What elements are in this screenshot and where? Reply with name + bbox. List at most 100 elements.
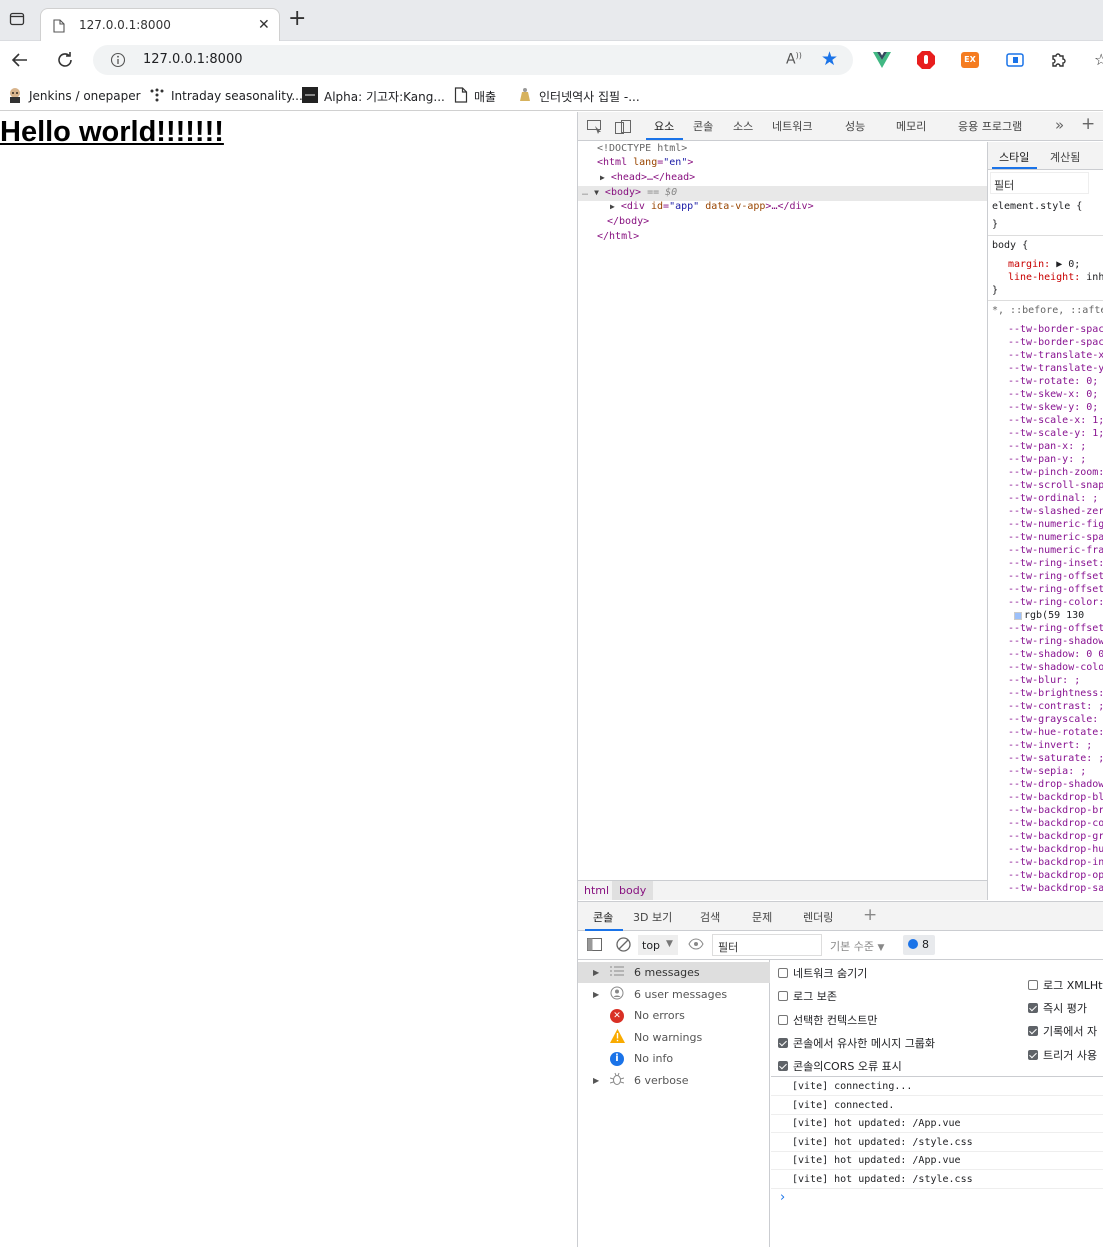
- css-variable-declaration[interactable]: --tw-scale-x: 1;: [1008, 415, 1103, 426]
- css-variable-declaration[interactable]: --tw-shadow-colo: [1008, 662, 1103, 673]
- css-variable-declaration[interactable]: --tw-blur: ;: [1008, 675, 1080, 686]
- css-variable-declaration[interactable]: --tw-skew-y: 0;: [1008, 402, 1098, 413]
- styles-filter-input[interactable]: 필터: [990, 172, 1089, 194]
- css-variable-declaration[interactable]: --tw-pinch-zoom:: [1008, 467, 1103, 478]
- css-variable-declaration[interactable]: --tw-border-spac: [1008, 337, 1103, 348]
- collapse-triangle-icon[interactable]: ▼: [594, 188, 599, 197]
- css-variable-declaration[interactable]: --tw-backdrop-in: [1008, 857, 1103, 868]
- bookmark-jenkins[interactable]: Jenkins / onepaper: [7, 86, 141, 106]
- css-variable-declaration[interactable]: --tw-ordinal: ;: [1008, 493, 1098, 504]
- adblock-icon[interactable]: [917, 51, 935, 73]
- doctype-node[interactable]: <!DOCTYPE html>: [597, 143, 687, 154]
- bookmark-alpha[interactable]: Alpha: 기고자:Kang...: [302, 86, 445, 106]
- css-variable-declaration[interactable]: --tw-ring-inset:: [1008, 558, 1103, 569]
- css-variable-declaration[interactable]: --tw-pan-y: ;: [1008, 454, 1086, 465]
- line-height-declaration[interactable]: line-height: inh: [1008, 272, 1103, 283]
- setting-log-xmlhttp[interactable]: 로그 XMLHtt: [1028, 977, 1103, 993]
- expand-triangle-icon[interactable]: ▶: [610, 202, 615, 211]
- sidebar-item-info[interactable]: i No info: [578, 1048, 770, 1069]
- body-rule-selector[interactable]: body {: [992, 240, 1028, 251]
- css-variable-declaration[interactable]: --tw-hue-rotate:: [1008, 727, 1103, 738]
- checkbox[interactable]: [778, 991, 788, 1001]
- css-variable-declaration[interactable]: --tw-drop-shadow: [1008, 779, 1103, 790]
- div-app-node[interactable]: ▶ <div id="app" data-v-app>…</div>: [610, 201, 814, 212]
- css-variable-declaration[interactable]: --tw-rotate: 0;: [1008, 376, 1098, 387]
- refresh-icon[interactable]: [55, 50, 75, 74]
- tab-console[interactable]: 콘솔: [693, 118, 713, 134]
- read-aloud-icon[interactable]: A)): [786, 51, 802, 68]
- drawer-tab-search[interactable]: 검색: [700, 909, 720, 925]
- checkbox[interactable]: [778, 1015, 788, 1025]
- setting-hide-network[interactable]: 네트워크 숨기기: [778, 965, 867, 981]
- sidebar-item-warnings[interactable]: No warnings: [578, 1027, 770, 1048]
- css-variable-declaration[interactable]: --tw-ring-offset: [1008, 623, 1103, 634]
- tab-actions-icon[interactable]: [9, 11, 25, 30]
- drawer-tab-issues[interactable]: 문제: [752, 909, 772, 925]
- tab-application[interactable]: 응용 프로그램: [958, 118, 1022, 134]
- checkbox-checked[interactable]: [1028, 1026, 1038, 1036]
- html-node[interactable]: <html lang="en">: [597, 157, 693, 168]
- favorites-icon[interactable]: ☆: [1094, 50, 1103, 69]
- info-icon[interactable]: [110, 52, 126, 72]
- css-variable-declaration[interactable]: --tw-ring-offset: [1008, 571, 1103, 582]
- device-toolbar-icon[interactable]: [615, 119, 631, 138]
- css-variable-declaration[interactable]: --tw-ring-color:: [1008, 597, 1103, 608]
- universal-rule-selector[interactable]: *, ::before, ::afte: [992, 305, 1103, 316]
- css-variable-declaration[interactable]: --tw-translate-x: [1008, 350, 1103, 361]
- clear-console-icon[interactable]: [616, 937, 631, 955]
- address-bar[interactable]: 127.0.0.1:8000 A)) ★: [93, 45, 853, 75]
- css-variable-declaration[interactable]: --tw-brightness:: [1008, 688, 1103, 699]
- sidebar-item-verbose[interactable]: ▶ 6 verbose: [578, 1070, 770, 1091]
- checkbox-checked[interactable]: [1028, 1003, 1038, 1013]
- setting-show-cors-errors[interactable]: 콘솔의CORS 오류 표시: [778, 1058, 902, 1074]
- more-dots-icon[interactable]: …: [582, 187, 588, 198]
- element-style-rule[interactable]: element.style {: [992, 201, 1082, 212]
- live-expression-eye-icon[interactable]: [688, 937, 704, 954]
- css-variable-declaration[interactable]: --tw-border-spac: [1008, 324, 1103, 335]
- inspect-element-icon[interactable]: [587, 119, 603, 138]
- margin-declaration[interactable]: margin: ▶ 0;: [1008, 259, 1080, 270]
- checkbox-checked[interactable]: [1028, 1050, 1038, 1060]
- css-variable-declaration[interactable]: --tw-skew-x: 0;: [1008, 389, 1098, 400]
- setting-group-similar[interactable]: 콘솔에서 유사한 메시지 그룹화: [778, 1035, 935, 1051]
- setting-autocomplete-history[interactable]: 기록에서 자: [1028, 1023, 1097, 1039]
- bookmark-intraday[interactable]: Intraday seasonality...: [149, 86, 303, 106]
- tab-sources[interactable]: 소스: [733, 118, 753, 134]
- css-variable-declaration[interactable]: --tw-translate-y: [1008, 363, 1103, 374]
- checkbox-checked[interactable]: [778, 1038, 788, 1048]
- css-variable-declaration[interactable]: --tw-sepia: ;: [1008, 766, 1086, 777]
- bookmark-internet-history[interactable]: 인터넷역사 집필 -...: [517, 86, 640, 106]
- css-variable-declaration[interactable]: --tw-backdrop-op: [1008, 870, 1103, 881]
- tab-performance[interactable]: 성능: [845, 118, 865, 134]
- drawer-tab-3d-view[interactable]: 3D 보기: [633, 909, 672, 925]
- css-variable-declaration[interactable]: --tw-scroll-snap: [1008, 480, 1103, 491]
- css-variable-declaration[interactable]: --tw-backdrop-bl: [1008, 792, 1103, 803]
- tab-computed[interactable]: 계산됨: [1050, 149, 1080, 165]
- css-variable-declaration[interactable]: --tw-ring-offset: [1008, 584, 1103, 595]
- console-message[interactable]: [vite] hot updated: /App.vue: [771, 1114, 1103, 1133]
- back-icon[interactable]: [10, 50, 30, 74]
- console-filter-input[interactable]: 필터: [712, 934, 822, 956]
- add-drawer-tab-icon[interactable]: +: [863, 905, 877, 925]
- expand-triangle-icon[interactable]: ▶: [593, 990, 599, 999]
- browser-tab[interactable]: 127.0.0.1:8000 ✕: [40, 8, 280, 42]
- console-message[interactable]: [vite] connected.: [771, 1096, 1103, 1115]
- console-message[interactable]: [vite] hot updated: /App.vue: [771, 1151, 1103, 1170]
- color-value[interactable]: rgb(59 130: [1014, 610, 1084, 621]
- css-variable-declaration[interactable]: --tw-backdrop-co: [1008, 818, 1103, 829]
- setting-trigger-activation[interactable]: 트리거 사용: [1028, 1047, 1097, 1063]
- body-node[interactable]: … ▼ <body> == $0: [582, 187, 677, 198]
- breadcrumb-html[interactable]: html: [584, 884, 609, 897]
- html-close-node[interactable]: </html>: [597, 231, 639, 242]
- css-variable-declaration[interactable]: --tw-shadow: 0 0: [1008, 649, 1103, 660]
- body-close-node[interactable]: </body>: [607, 216, 649, 227]
- css-variable-declaration[interactable]: --tw-contrast: ;: [1008, 701, 1103, 712]
- extension-ex-icon[interactable]: EX: [961, 52, 979, 68]
- css-variable-declaration[interactable]: --tw-ring-shadow: [1008, 636, 1103, 647]
- sidebar-item-errors[interactable]: ✕ No errors: [578, 1005, 770, 1026]
- console-message[interactable]: [vite] hot updated: /style.css: [771, 1133, 1103, 1152]
- tab-network[interactable]: 네트워크: [772, 118, 812, 134]
- bookmark-sales[interactable]: 매출: [454, 86, 496, 106]
- sidebar-item-messages[interactable]: ▶ 6 messages: [578, 962, 770, 983]
- breadcrumb-body[interactable]: body: [612, 881, 654, 900]
